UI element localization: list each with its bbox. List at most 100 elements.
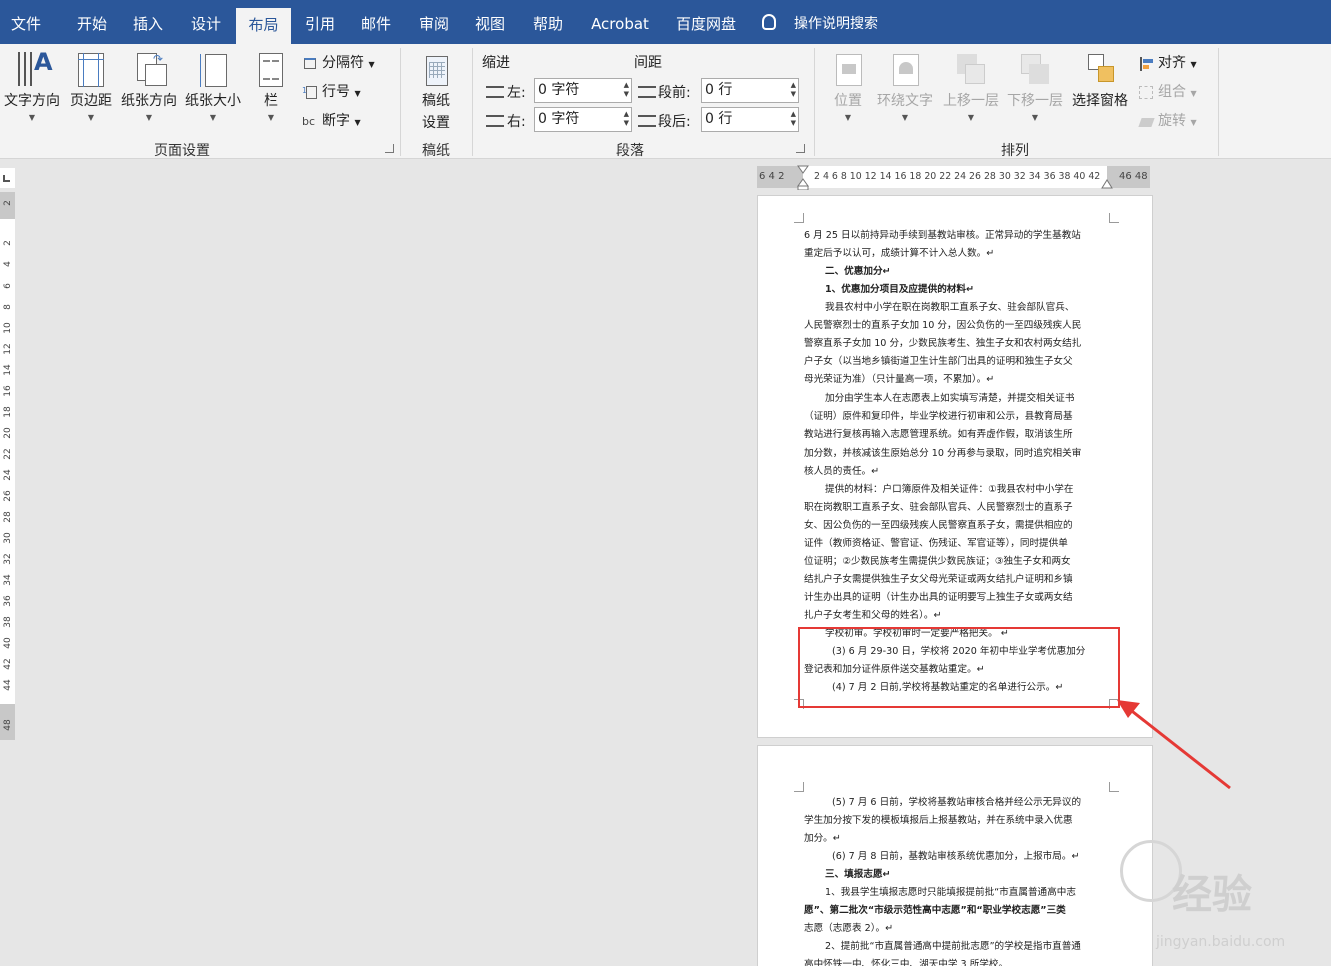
wrap-text-button[interactable]: 环绕文字 ▼ xyxy=(874,50,936,122)
ruler-tick: 38 xyxy=(3,616,13,628)
paragraph-line[interactable]: 我县农村中小学在职在岗教职工直系子女、驻会部队官兵、 xyxy=(825,299,1109,317)
paragraph-line[interactable]: 提供的材料：户口簿原件及相关证件：①我县农村中小学在 xyxy=(825,481,1109,499)
paragraph-line[interactable]: 6 月 25 日以前持异动手续到基教站审核。正常异动的学生基教站 xyxy=(804,227,1109,245)
paragraph-line[interactable]: 学生加分按下发的模板填报后上报基教站，并在系统中录入优惠 xyxy=(804,812,1109,830)
paragraph-line[interactable]: 职在岗教职工直系子女、驻会部队官兵、人民警察烈士的直系子 xyxy=(804,499,1109,517)
page-setup-dialog-launcher[interactable] xyxy=(385,144,394,153)
paragraph-line[interactable]: 重定后予以认可，成绩计算不计入总人数。↵ xyxy=(804,245,1109,263)
spinner-arrows-icon[interactable]: ▲ ▼ xyxy=(791,81,796,99)
tab-design[interactable]: 设计 xyxy=(180,7,232,44)
paragraph-line[interactable]: 愿”、第二批次“市级示范性高中志愿”和“职业学校志愿”三类 xyxy=(804,902,1109,920)
tab-references[interactable]: 引用 xyxy=(294,7,346,44)
tab-insert[interactable]: 插入 xyxy=(122,7,174,44)
spinner-arrows-icon[interactable]: ▲ ▼ xyxy=(624,81,629,99)
paragraph-line[interactable]: 证件（教师资格证、警官证、伤残证、军官证等），同时提供单 xyxy=(804,535,1109,553)
section-heading[interactable]: 二、优惠加分↵ xyxy=(825,263,1109,281)
paragraph-line[interactable]: 扎户子女考生和父母的姓名）。↵ xyxy=(804,607,1109,625)
watermark-brand: 经验 xyxy=(1172,872,1252,918)
paragraph-line[interactable]: (6) 7 月 8 日前，基教站审核系统优惠加分，上报市局。↵ xyxy=(832,848,1116,866)
paragraph-line[interactable]: 户子女（以当地乡镇街道卫生计生部门出具的证明和独生子女父 xyxy=(804,353,1109,371)
indent-right-spinner[interactable]: 0 字符 ▲ ▼ xyxy=(534,107,632,132)
orientation-button[interactable]: ↷ 纸张方向 ▼ xyxy=(118,50,180,122)
size-label: 纸张大小 xyxy=(185,93,241,109)
tell-me-search[interactable]: 操作说明搜索 xyxy=(762,7,878,44)
paragraph-line[interactable]: 教站进行复核再输入志愿管理系统。如有弄虚作假，取消该生所 xyxy=(804,426,1109,444)
rotate-button[interactable]: 旋转 ▼ xyxy=(1138,110,1197,130)
paragraph-line[interactable]: （证明）原件和复印件，毕业学校进行初审和公示，县教育局基 xyxy=(804,408,1109,426)
tab-selector[interactable] xyxy=(0,168,15,188)
ruler-tick: 40 xyxy=(3,637,13,649)
paragraph-line[interactable]: 加分由学生本人在志愿表上如实填写清楚，并提交相关证书 xyxy=(825,390,1109,408)
paragraph-line[interactable]: 警察直系子女加 10 分，少数民族考生、独生子女和农村两女结扎 xyxy=(804,335,1109,353)
spinner-arrows-icon[interactable]: ▲ ▼ xyxy=(624,110,629,128)
tab-acrobat[interactable]: Acrobat xyxy=(584,7,656,44)
subsection-heading[interactable]: 1、优惠加分项目及应提供的材料↵ xyxy=(825,281,1109,299)
paragraph-line[interactable]: 高中怀铁一中、怀化三中、湖天中学 3 所学校。 xyxy=(804,956,1109,966)
align-button[interactable]: 对齐 ▼ xyxy=(1138,52,1197,72)
ruler-tick: 6 xyxy=(3,283,13,289)
tab-view[interactable]: 视图 xyxy=(464,7,516,44)
paragraph-line[interactable]: 人民警察烈士的直系子女加 10 分，因公负伤的一至四级残疾人民 xyxy=(804,317,1109,335)
paragraph-line[interactable]: 计生办出具的证明（计生办出具的证明要写上独生子女或两女结 xyxy=(804,589,1109,607)
paragraph-line[interactable]: 加分数，并核减该生原始总分 10 分再参与录取，同时追究相关审 xyxy=(804,445,1109,463)
right-indent-marker-icon[interactable] xyxy=(1100,174,1114,190)
paragraph-line[interactable]: 位证明；②少数民族考生需提供少数民族证；③独生子女和两女 xyxy=(804,553,1109,571)
document-page-2[interactable]: (5) 7 月 6 日前，学校将基教站审核合格并经公示无异议的 学生加分按下发的… xyxy=(757,745,1153,966)
indent-right-text: 右: xyxy=(507,114,526,130)
menu-bar: 文件 开始 插入 设计 布局 引用 邮件 审阅 视图 帮助 Acrobat 百度… xyxy=(0,0,1331,44)
paragraph-line[interactable]: 女、因公负伤的一至四级残疾人民警察直系子女，需提供相应的 xyxy=(804,517,1109,535)
paragraph-line[interactable]: 加分。↵ xyxy=(804,830,1109,848)
paragraph-dialog-launcher[interactable] xyxy=(796,144,805,153)
indent-header: 缩进 xyxy=(482,55,510,71)
tab-review[interactable]: 审阅 xyxy=(408,7,460,44)
send-backward-button[interactable]: 下移一层 ▼ xyxy=(1004,50,1066,122)
section-heading[interactable]: 三、填报志愿↵ xyxy=(825,866,1109,884)
indent-left-text: 左: xyxy=(507,85,526,101)
chevron-down-icon: ▼ xyxy=(145,113,153,122)
paragraph-line[interactable]: 母光荣证为准）（只计量高一项，不累加）。↵ xyxy=(804,371,1109,389)
paragraph-line[interactable]: 志愿（志愿表 2）。↵ xyxy=(804,920,1109,938)
paragraph-line[interactable]: 2、提前批“市直属普通高中提前批志愿”的学校是指市直普通 xyxy=(825,938,1109,956)
tab-home[interactable]: 开始 xyxy=(66,7,118,44)
spacing-before-icon xyxy=(638,86,656,98)
size-button[interactable]: 纸张大小 ▼ xyxy=(182,50,244,122)
bring-forward-label: 上移一层 xyxy=(943,93,999,109)
align-label: 对齐 xyxy=(1158,55,1186,71)
tab-help[interactable]: 帮助 xyxy=(522,7,574,44)
ribbon: A 文字方向 ▼ 页边距 ▼ ↷ 纸张方向 ▼ 纸张大小 ▼ 栏 ▼ 分隔符 ▼… xyxy=(0,44,1331,159)
indent-right-label: 右: xyxy=(486,111,526,131)
breaks-button[interactable]: 分隔符 ▼ xyxy=(302,52,375,72)
tab-file[interactable]: 文件 xyxy=(0,7,52,44)
selection-pane-button[interactable]: 选择窗格 xyxy=(1068,50,1132,110)
line-numbers-label: 行号 xyxy=(322,84,350,100)
text-direction-icon: A xyxy=(16,48,53,88)
paragraph-line[interactable]: 核人员的责任。↵ xyxy=(804,463,1109,481)
spacing-before-spinner[interactable]: 0 行 ▲ ▼ xyxy=(701,78,799,103)
paragraph-line[interactable]: 1、我县学生填报志愿时只能填报提前批“市直属普通高中志 xyxy=(825,884,1109,902)
position-button[interactable]: 位置 ▼ xyxy=(826,50,870,122)
text-direction-button[interactable]: A 文字方向 ▼ xyxy=(0,48,64,122)
horizontal-ruler[interactable]: 6 4 2 2 4 6 8 10 12 14 16 18 20 22 24 26… xyxy=(757,164,1150,190)
ruler-tick: 28 xyxy=(3,511,13,523)
indent-markers-icon[interactable] xyxy=(796,164,810,190)
annotation-highlight-box xyxy=(798,627,1120,708)
indent-left-spinner[interactable]: 0 字符 ▲ ▼ xyxy=(534,78,632,103)
breaks-icon xyxy=(302,56,319,71)
draft-settings-button[interactable]: 稿纸 设置 xyxy=(412,50,460,132)
tab-baidu-netdisk[interactable]: 百度网盘 xyxy=(668,7,744,44)
spinner-arrows-icon[interactable]: ▲ ▼ xyxy=(791,110,796,128)
hyphenation-button[interactable]: bc 断字 ▼ xyxy=(302,110,361,130)
bring-forward-button[interactable]: 上移一层 ▼ xyxy=(940,50,1002,122)
indent-left-value: 0 字符 xyxy=(538,82,580,98)
tab-mailings[interactable]: 邮件 xyxy=(350,7,402,44)
margins-button[interactable]: 页边距 ▼ xyxy=(66,50,116,122)
spacing-after-spinner[interactable]: 0 行 ▲ ▼ xyxy=(701,107,799,132)
vertical-ruler[interactable]: 2 2 4 6 8 10 12 14 16 18 20 22 24 26 28 … xyxy=(0,192,15,740)
ruler-tick: 36 xyxy=(3,595,13,607)
tab-layout[interactable]: 布局 xyxy=(236,8,291,44)
paragraph-line[interactable]: 结扎户子女需提供独生子女父母光荣证或两女结扎户证明和乡镇 xyxy=(804,571,1109,589)
paragraph-line[interactable]: (5) 7 月 6 日前，学校将基教站审核合格并经公示无异议的 xyxy=(832,794,1116,812)
group-objects-button[interactable]: 组合 ▼ xyxy=(1138,81,1197,101)
line-numbers-button[interactable]: 1 行号 ▼ xyxy=(302,81,361,101)
columns-button[interactable]: 栏 ▼ xyxy=(254,50,288,122)
